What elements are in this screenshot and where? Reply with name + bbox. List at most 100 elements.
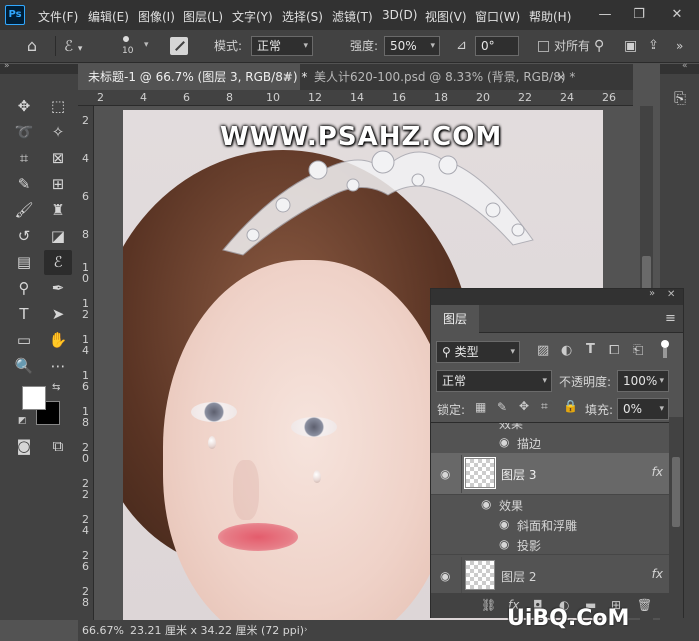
tab-untitled-1[interactable]: 未标题-1 @ 66.7% (图层 3, RGB/8#) * ×	[78, 64, 307, 90]
all-layers-checkbox[interactable]	[538, 41, 549, 52]
kind-filter-select[interactable]: ⚲ 类型 ▾	[436, 341, 520, 363]
minimize-button[interactable]: —	[592, 4, 618, 26]
layer-name[interactable]: 图层 3	[501, 466, 536, 483]
menu-file[interactable]: 文件(F)	[38, 8, 78, 25]
close-window-button[interactable]: ✕	[664, 4, 690, 26]
layers-scrollbar[interactable]	[669, 417, 683, 593]
angle-input[interactable]: 0°	[475, 36, 519, 56]
close-icon[interactable]: ×	[556, 64, 566, 90]
home-icon[interactable]: ⌂	[18, 34, 46, 58]
lock-position-icon[interactable]: ✥	[519, 399, 529, 413]
effect-drop-shadow-row[interactable]: ◉ 投影	[431, 535, 669, 555]
effects-row[interactable]: ◉ 效果	[431, 495, 669, 515]
swap-colors-icon[interactable]: ⇆	[52, 382, 60, 393]
eye-icon[interactable]: ◉	[499, 435, 509, 449]
effects-row[interactable]: 效果	[431, 423, 669, 433]
properties-panel-icon[interactable]: ⎘	[668, 86, 692, 110]
tab-layers[interactable]: 图层	[431, 305, 479, 333]
eye-icon[interactable]: ◉	[499, 517, 509, 531]
layer-row-3[interactable]: ◉ 图层 3 fx	[431, 453, 669, 495]
panel-menu-icon[interactable]: ≡	[665, 311, 676, 326]
path-selection-tool-icon[interactable]: ➤	[44, 302, 72, 327]
close-icon[interactable]: ✕	[667, 289, 675, 300]
filter-shape-icon[interactable]: ⧠	[609, 343, 619, 358]
strength-input[interactable]: 50% ▾	[384, 36, 440, 56]
eye-icon[interactable]: ◉	[440, 569, 450, 583]
fx-icon[interactable]: fx	[652, 465, 663, 479]
menu-image[interactable]: 图像(I)	[138, 8, 175, 25]
move-tool-icon[interactable]: ✥	[10, 94, 38, 119]
filter-smart-object-icon[interactable]: ⎗	[633, 343, 643, 358]
foreground-color-swatch[interactable]	[22, 386, 46, 410]
share-icon[interactable]: ⇪	[648, 34, 659, 58]
layer-row-2[interactable]: ◉ 图层 2 fx	[431, 555, 669, 593]
eyedropper-tool-icon[interactable]: ✎	[10, 172, 38, 197]
eye-icon[interactable]: ◉	[481, 497, 491, 511]
menu-view[interactable]: 视图(V)	[425, 8, 467, 25]
smudge-tool-preset-icon[interactable]: ℰ ▾	[64, 34, 100, 58]
fill-input[interactable]: 0% ▾	[617, 398, 669, 420]
magic-wand-tool-icon[interactable]: ✧	[44, 120, 72, 145]
filter-adjustment-icon[interactable]: ◐	[561, 343, 572, 358]
smudge-tool-icon[interactable]: ℰ	[44, 250, 72, 275]
trash-icon[interactable]: 🗑	[637, 598, 652, 612]
blend-mode-select[interactable]: 正常 ▾	[436, 370, 552, 392]
workspace-icon[interactable]: ▣	[624, 34, 637, 58]
crop-tool-icon[interactable]: ⌗	[10, 146, 38, 171]
quick-mask-icon[interactable]: ◙	[10, 434, 38, 459]
frame-tool-icon[interactable]: ⊠	[44, 146, 72, 171]
close-icon[interactable]: ×	[282, 64, 292, 90]
menu-layer[interactable]: 图层(L)	[183, 8, 223, 25]
menu-select[interactable]: 选择(S)	[282, 8, 323, 25]
filter-type-icon[interactable]: T	[586, 342, 595, 357]
opacity-input[interactable]: 100% ▾	[617, 370, 669, 392]
history-brush-tool-icon[interactable]: ↺	[10, 224, 38, 249]
menu-help[interactable]: 帮助(H)	[529, 8, 571, 25]
stamp-tool-icon[interactable]: ♜	[44, 198, 72, 223]
dodge-tool-icon[interactable]: ⚲	[10, 276, 38, 301]
menu-type[interactable]: 文字(Y)	[232, 8, 273, 25]
link-layers-icon[interactable]: ⛓	[481, 598, 496, 612]
menu-edit[interactable]: 编辑(E)	[88, 8, 129, 25]
type-tool-icon[interactable]: T	[10, 302, 38, 327]
marquee-tool-icon[interactable]: ⬚	[44, 94, 72, 119]
eraser-tool-icon[interactable]: ◪	[44, 224, 72, 249]
mode-select[interactable]: 正常 ▾	[251, 36, 313, 56]
lock-pixels-icon[interactable]: ✎	[497, 400, 507, 414]
menu-filter[interactable]: 滤镜(T)	[332, 8, 373, 25]
maximize-button[interactable]: ❐	[626, 4, 652, 26]
default-colors-icon[interactable]: ◩	[18, 416, 27, 426]
more-tools-icon[interactable]: ⋯	[44, 354, 72, 379]
gradient-tool-icon[interactable]: ▤	[10, 250, 38, 275]
hand-tool-icon[interactable]: ✋	[44, 328, 72, 353]
menu-3d[interactable]: 3D(D)	[382, 8, 417, 22]
layer-name[interactable]: 图层 2	[501, 568, 536, 585]
more-icon[interactable]: »	[676, 34, 683, 58]
eye-icon[interactable]: ◉	[499, 537, 509, 551]
brush-settings-icon[interactable]	[170, 37, 188, 55]
search-icon[interactable]: ⚲	[594, 34, 604, 58]
healing-brush-tool-icon[interactable]: ⊞	[44, 172, 72, 197]
lasso-tool-icon[interactable]: ➰	[10, 120, 38, 145]
tab-meirenji[interactable]: 美人计620-100.psd @ 8.33% (背景, RGB/8) * ×	[304, 64, 575, 90]
status-menu-icon[interactable]: ›	[304, 620, 308, 641]
zoom-tool-icon[interactable]: 🔍	[10, 354, 38, 379]
collapse-icon[interactable]: »	[649, 288, 655, 299]
lock-artboard-icon[interactable]: ⌗	[541, 399, 548, 414]
lock-all-icon[interactable]: 🔒	[563, 399, 578, 413]
collapse-icon[interactable]: «	[682, 61, 688, 71]
filter-pixel-icon[interactable]: ▨	[537, 343, 549, 358]
effect-bevel-row[interactable]: ◉ 斜面和浮雕	[431, 515, 669, 535]
screen-mode-icon[interactable]: ⧉	[44, 434, 72, 459]
collapse-icon[interactable]: »	[4, 61, 10, 71]
fx-icon[interactable]: fx	[652, 567, 663, 581]
rectangle-tool-icon[interactable]: ▭	[10, 328, 38, 353]
zoom-level[interactable]: 66.67%	[82, 620, 124, 641]
brush-picker[interactable]: 10 ▾	[112, 34, 152, 60]
effect-stroke-row[interactable]: ◉ 描边	[431, 433, 669, 453]
lock-transparent-icon[interactable]: ▦	[475, 400, 486, 414]
eye-icon[interactable]: ◉	[440, 467, 450, 481]
scrollbar-thumb[interactable]	[672, 457, 680, 527]
filter-toggle-icon[interactable]	[660, 340, 670, 358]
pen-tool-icon[interactable]: ✒	[44, 276, 72, 301]
